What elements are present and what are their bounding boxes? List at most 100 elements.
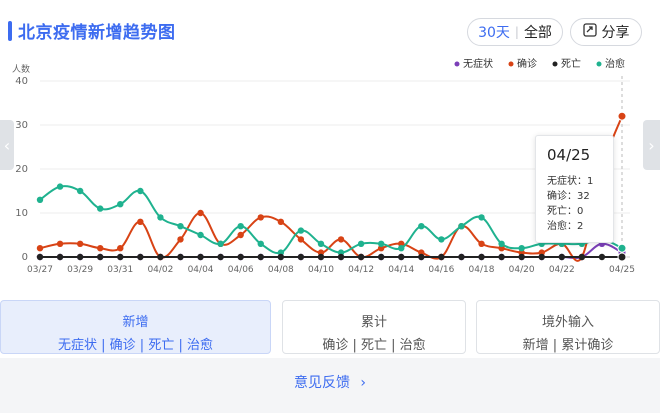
next-arrow-icon[interactable]: ›	[643, 120, 660, 170]
series-point-2	[117, 253, 124, 261]
series-point-3	[197, 231, 204, 239]
legend-label-3: 治愈	[605, 57, 625, 70]
series-point-2	[97, 253, 104, 261]
x-tick-label: 04/14	[388, 265, 414, 275]
series-point-3	[97, 205, 104, 212]
y-tick-label: 0	[22, 252, 28, 263]
range-selector[interactable]: 30天 | 全部	[467, 18, 563, 46]
x-tick-label: 03/31	[107, 265, 133, 275]
legend-label-0: 无症状	[463, 57, 493, 70]
series-point-3	[317, 240, 325, 247]
x-tick-label: 04/04	[188, 265, 214, 275]
series-point-3	[438, 236, 445, 243]
feedback-label: 意见反馈	[293, 375, 350, 391]
chevron-right-icon: ›	[360, 375, 367, 391]
series-point-1	[76, 240, 84, 247]
share-button[interactable]: 分享	[570, 18, 642, 46]
tooltip-asymptomatic: 无症状：1	[547, 176, 594, 187]
tooltip-confirmed: 确诊：32	[547, 191, 590, 202]
chart-tooltip: 04/25 无症状：1 确诊：32 死亡：0 治愈：2	[535, 135, 614, 243]
footer-bar: 意见反馈 ›	[0, 358, 660, 413]
series-point-2	[478, 253, 485, 261]
y-tick-label: 10	[15, 208, 28, 219]
series-point-2	[317, 253, 325, 261]
series-point-3	[217, 240, 224, 247]
tab-cumulative-sub: 确诊 | 死亡 | 治愈	[322, 338, 426, 353]
title-accent-bar	[8, 21, 12, 41]
page-title: 北京疫情新增趋势图	[18, 23, 176, 43]
series-point-2	[438, 253, 445, 261]
series-point-2	[578, 253, 586, 261]
series-point-2	[377, 253, 385, 261]
series-point-3	[478, 214, 485, 221]
series-point-3	[498, 240, 505, 247]
tooltip-death: 死亡：0	[547, 206, 584, 217]
x-tick-label: 04/18	[469, 265, 495, 275]
series-point-2	[157, 253, 164, 261]
x-tick-label: 04/06	[228, 265, 254, 275]
series-point-1	[257, 214, 264, 221]
tab-new[interactable]: 新增 无症状 | 确诊 | 死亡 | 治愈	[0, 300, 271, 354]
feedback-link[interactable]: 意见反馈 ›	[0, 372, 660, 392]
series-point-3	[357, 240, 365, 247]
series-point-2	[237, 253, 244, 261]
tab-cumulative[interactable]: 累计 确诊 | 死亡 | 治愈	[282, 300, 466, 354]
x-tick-label: 04/22	[549, 265, 575, 275]
series-point-3	[418, 223, 425, 230]
y-unit-label: 人数	[12, 63, 30, 75]
stat-tabs: 新增 无症状 | 确诊 | 死亡 | 治愈 累计 确诊 | 死亡 | 治愈 境外…	[0, 300, 660, 356]
series-point-1	[137, 218, 144, 225]
x-tick-label: 03/27	[27, 265, 53, 275]
tab-new-title: 新增	[122, 315, 149, 330]
tab-imported[interactable]: 境外输入 新增 | 累计确诊	[476, 300, 660, 354]
series-point-1	[337, 236, 345, 243]
series-point-2	[137, 253, 144, 261]
series-point-2	[518, 253, 525, 261]
series-point-2	[76, 253, 84, 261]
tab-imported-sub: 新增 | 累计确诊	[522, 338, 614, 353]
range-all[interactable]: 全部	[519, 22, 552, 42]
tooltip-cured: 治愈：2	[547, 221, 584, 232]
series-point-2	[357, 253, 365, 261]
series-point-2	[498, 253, 505, 261]
series-point-2	[257, 253, 264, 261]
range-30-days[interactable]: 30天	[478, 22, 515, 42]
series-point-2	[458, 253, 465, 261]
series-point-3	[117, 201, 124, 208]
tooltip-date: 04/25	[547, 146, 591, 164]
legend-marker-0	[454, 61, 460, 67]
series-point-1	[117, 245, 124, 252]
series-point-1	[277, 218, 285, 225]
series-point-3	[518, 245, 525, 252]
series-point-1	[237, 231, 244, 239]
series-point-3	[56, 183, 64, 190]
series-point-3	[398, 245, 405, 252]
prev-arrow-icon[interactable]: ‹	[0, 120, 14, 170]
series-point-1	[36, 245, 44, 252]
y-tick-label: 20	[15, 164, 28, 175]
x-tick-label: 04/20	[509, 265, 535, 275]
series-point-3	[257, 240, 264, 247]
x-tick-label: 04/08	[268, 265, 294, 275]
tab-imported-title: 境外输入	[541, 315, 594, 330]
legend-marker-3	[596, 61, 602, 67]
series-point-1	[97, 245, 104, 252]
share-label: 分享	[601, 25, 630, 41]
series-point-3	[458, 223, 465, 230]
series-point-3	[237, 223, 244, 230]
series-point-1	[197, 209, 204, 217]
series-point-3	[377, 240, 385, 247]
series-point-3	[177, 223, 184, 230]
legend-marker-2	[552, 61, 558, 67]
tab-cumulative-title: 累计	[360, 315, 387, 330]
series-point-3	[76, 187, 84, 195]
y-tick-label: 40	[15, 76, 28, 87]
series-point-2	[217, 253, 224, 261]
x-tick-label: 04/16	[428, 265, 454, 275]
x-tick-label: 04/10	[308, 265, 334, 275]
legend-label-1: 确诊	[517, 57, 537, 70]
x-tick-label: 03/29	[67, 265, 93, 275]
series-point-2	[418, 253, 425, 261]
series-point-3	[297, 227, 305, 234]
series-point-2	[617, 252, 627, 262]
